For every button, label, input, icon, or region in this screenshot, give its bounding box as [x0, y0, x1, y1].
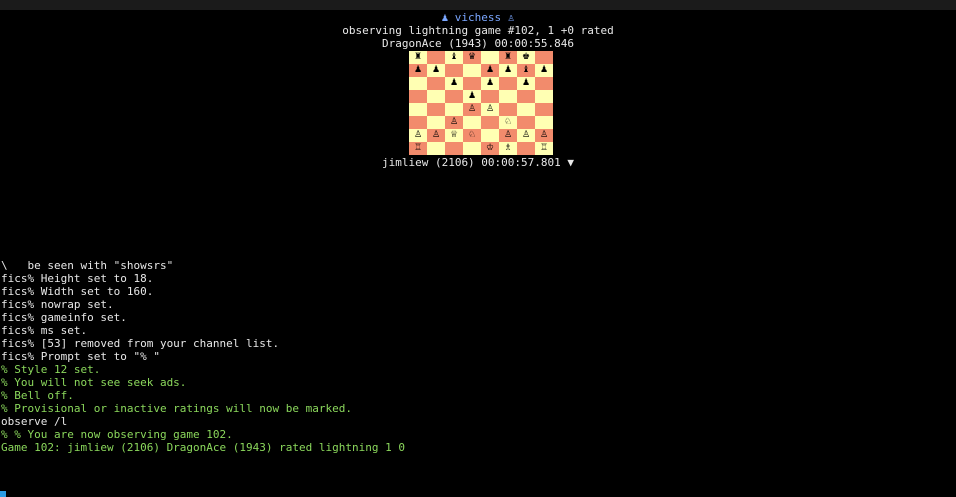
board-square-piece[interactable]: ♙	[409, 129, 427, 142]
board-square[interactable]	[517, 142, 535, 155]
board-square[interactable]	[427, 90, 445, 103]
game-header: ♟ vichess ♙ observing lightning game #10…	[0, 11, 956, 50]
console-line: % % You are now observing game 102.	[1, 428, 233, 441]
board-square[interactable]	[427, 116, 445, 129]
board-square-piece[interactable]: ♟	[427, 64, 445, 77]
board-square[interactable]	[427, 77, 445, 90]
bottom-player-clock: jimliew (2106) 00:00:57.801 ▼	[381, 156, 575, 169]
board-square[interactable]	[535, 103, 553, 116]
board-square-piece[interactable]: ♟	[409, 64, 427, 77]
console-line: fics% [53] removed from your channel lis…	[1, 337, 280, 350]
board-square[interactable]	[445, 64, 463, 77]
board-square-piece[interactable]: ♘	[499, 116, 517, 129]
board-square-piece[interactable]: ♜	[499, 51, 517, 64]
board-square-piece[interactable]: ♙	[481, 103, 499, 116]
board-square-piece[interactable]: ♟	[517, 77, 535, 90]
board-square-piece[interactable]: ♙	[535, 129, 553, 142]
board-square[interactable]	[409, 103, 427, 116]
board-square[interactable]	[445, 103, 463, 116]
board-square-piece[interactable]: ♛	[463, 51, 481, 64]
board-square-piece[interactable]: ♖	[409, 142, 427, 155]
board-square-piece[interactable]: ♖	[535, 142, 553, 155]
console-line: fics% Width set to 160.	[1, 285, 154, 298]
board-square-piece[interactable]: ♟	[445, 77, 463, 90]
board-square[interactable]	[445, 142, 463, 155]
console-line: observe /l	[1, 415, 68, 428]
console-line: Game 102: jimliew (2106) DragonAce (1943…	[1, 441, 405, 454]
console-scrollbar[interactable]	[952, 10, 956, 497]
board-square[interactable]	[463, 142, 481, 155]
board-square[interactable]	[427, 142, 445, 155]
board-square[interactable]	[463, 64, 481, 77]
board-square[interactable]	[445, 90, 463, 103]
board-square-piece[interactable]: ♝	[517, 64, 535, 77]
console-line: % Style 12 set.	[1, 363, 101, 376]
board-square[interactable]	[463, 77, 481, 90]
chess-board: ♜ ♝ ♛ ♜ ♚ ♟ ♟ ♟ ♟ ♝ ♟ ♟ ♟ ♟ ♟ ♙ ♙ ♙ ♘ ♙ ♙ ♕ ♘ ♙ ♙ ♙ ♖ ♔ ♗ ♖	[409, 51, 553, 155]
board-square[interactable]	[535, 77, 553, 90]
app-title: ♟ vichess ♙	[441, 11, 515, 24]
board-square[interactable]	[535, 51, 553, 64]
board-square-piece[interactable]: ♙	[517, 129, 535, 142]
board-square-piece[interactable]: ♙	[445, 116, 463, 129]
board-square-piece[interactable]: ♙	[499, 129, 517, 142]
console-output: \ be seen with "showsrs" fics% Height set…	[1, 259, 941, 454]
board-square[interactable]	[481, 90, 499, 103]
board-square-piece[interactable]: ♙	[463, 103, 481, 116]
console-line: fics% gameinfo set.	[1, 311, 127, 324]
console-line: \ be seen with "showsrs"	[1, 259, 174, 272]
board-square-piece[interactable]: ♝	[445, 51, 463, 64]
terminal-top-border	[0, 0, 956, 10]
board-square[interactable]	[481, 116, 499, 129]
board-square[interactable]	[463, 116, 481, 129]
console-line: % You will not see seek ads.	[1, 376, 187, 389]
console-line: fics% Prompt set to "% "	[1, 350, 160, 363]
board-square[interactable]	[499, 90, 517, 103]
board-square[interactable]	[481, 51, 499, 64]
board-square[interactable]	[409, 116, 427, 129]
console-line: fics% Height set to 18.	[1, 272, 154, 285]
console-line: % Provisional or inactive ratings will n…	[1, 402, 352, 415]
board-square[interactable]	[517, 116, 535, 129]
board-square[interactable]	[535, 90, 553, 103]
board-square[interactable]	[517, 103, 535, 116]
input-cursor[interactable]	[0, 491, 6, 497]
board-square[interactable]	[409, 77, 427, 90]
top-player-clock: DragonAce (1943) 00:00:55.846	[381, 37, 575, 50]
board-square-piece[interactable]: ♚	[517, 51, 535, 64]
board-square[interactable]	[409, 90, 427, 103]
board-square-piece[interactable]: ♜	[409, 51, 427, 64]
board-square-piece[interactable]: ♟	[481, 77, 499, 90]
board-square-piece[interactable]: ♟	[535, 64, 553, 77]
game-info-line: observing lightning game #102, 1 +0 rate…	[342, 24, 614, 37]
board-square[interactable]	[499, 77, 517, 90]
board-square[interactable]	[535, 116, 553, 129]
board-square[interactable]	[481, 129, 499, 142]
board-square[interactable]	[499, 103, 517, 116]
console-line: % Bell off.	[1, 389, 74, 402]
board-square-piece[interactable]: ♟	[499, 64, 517, 77]
board-square-piece[interactable]: ♟	[481, 64, 499, 77]
board-square-piece[interactable]: ♗	[499, 142, 517, 155]
board-square-piece[interactable]: ♙	[427, 129, 445, 142]
console-line: fics% ms set.	[1, 324, 88, 337]
board-square-piece[interactable]: ♕	[445, 129, 463, 142]
board-square[interactable]	[427, 51, 445, 64]
board-square[interactable]	[427, 103, 445, 116]
board-grid: ♜ ♝ ♛ ♜ ♚ ♟ ♟ ♟ ♟ ♝ ♟ ♟ ♟ ♟ ♟ ♙ ♙ ♙ ♘ ♙ ♙ ♕ ♘ ♙ ♙ ♙ ♖ ♔ ♗ ♖	[409, 51, 553, 155]
board-square-piece[interactable]: ♘	[463, 129, 481, 142]
board-square-piece[interactable]: ♔	[481, 142, 499, 155]
board-square[interactable]	[517, 90, 535, 103]
board-square-piece[interactable]: ♟	[463, 90, 481, 103]
console-line: fics% nowrap set.	[1, 298, 114, 311]
